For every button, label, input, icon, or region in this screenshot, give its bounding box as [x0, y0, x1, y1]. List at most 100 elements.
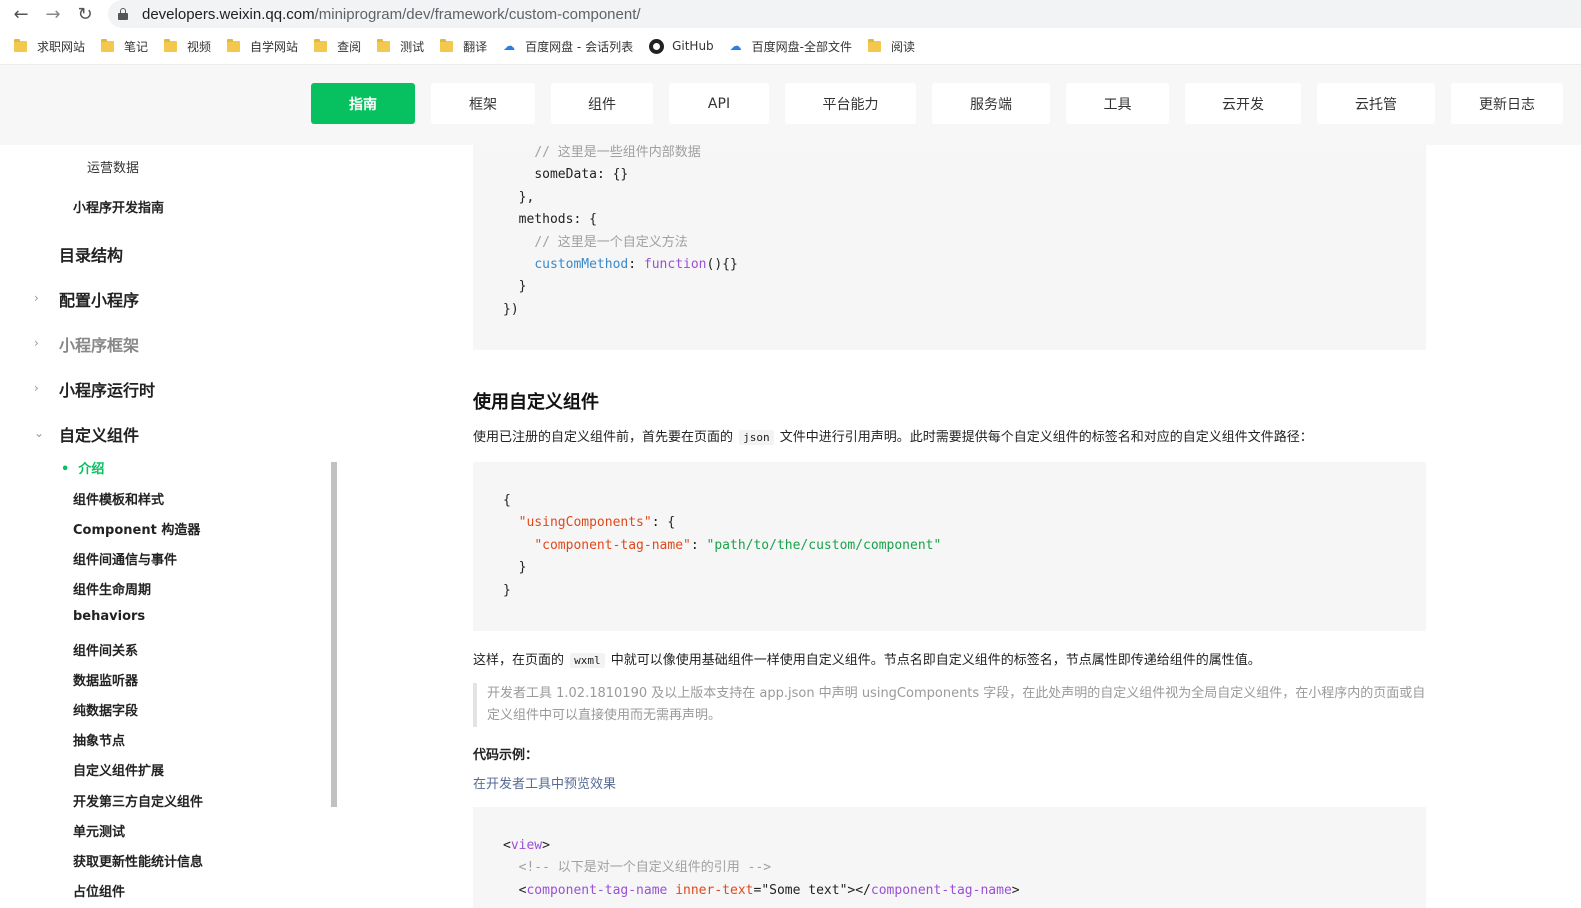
- sidebar-item[interactable]: 数据监听器: [73, 670, 138, 689]
- example-label: 代码示例：: [473, 748, 539, 763]
- browser-toolbar: ← → ↻ developers.weixin.qq.com/miniprogr…: [0, 0, 1581, 28]
- paragraph-text: 中就可以像使用基础组件一样使用自定义组件。节点名即自定义组件的标签名，节点属性即…: [610, 653, 1261, 668]
- bookmark-item[interactable]: 笔记: [101, 35, 148, 57]
- paragraph-text: 文件中进行引用声明。此时需要提供每个自定义组件的标签名和对应的自定义组件文件路径…: [779, 430, 1313, 445]
- nav-tabs: 指南 框架 组件 API 平台能力 服务端 工具 云开发 云托管 更新日志: [311, 83, 1563, 124]
- bookmark-item[interactable]: 查阅: [314, 35, 361, 57]
- bookmark-item[interactable]: 自学网站: [227, 35, 298, 57]
- code-block-json: { "usingComponents": { "component-tag-na…: [473, 462, 1426, 631]
- sidebar-scrollbar[interactable]: [331, 462, 337, 807]
- code-key: "usingComponents": [518, 515, 652, 531]
- folder-icon: [101, 38, 115, 52]
- tab-tools[interactable]: 工具: [1066, 83, 1169, 124]
- bookmark-item[interactable]: 求职网站: [14, 35, 85, 57]
- paragraph: 使用已注册的自定义组件前，首先要在页面的 json 文件中进行引用声明。此时需要…: [473, 426, 1313, 445]
- inline-code: json: [739, 430, 774, 445]
- chevron-right-icon[interactable]: ›: [34, 336, 39, 350]
- sidebar-item[interactable]: 占位组件: [73, 881, 125, 900]
- baidu-cloud-icon: ☁: [729, 39, 742, 53]
- forward-arrow-icon[interactable]: →: [41, 2, 65, 26]
- sidebar-item[interactable]: 组件间通信与事件: [73, 549, 177, 568]
- folder-icon: [314, 38, 328, 52]
- sidebar-item[interactable]: behaviors: [73, 609, 145, 624]
- code-comment: <!-- 以下是对一个自定义组件的引用 -->: [518, 860, 772, 876]
- code-tag: view: [510, 838, 543, 853]
- code-block-component-js: // 这里是一些组件内部数据 someData: {} }, methods: …: [473, 145, 1426, 350]
- bookmark-label: 翻译: [463, 39, 488, 54]
- preview-link[interactable]: 在开发者工具中预览效果: [473, 773, 616, 792]
- tab-components[interactable]: 组件: [551, 83, 653, 124]
- bookmark-label: 笔记: [124, 39, 149, 54]
- code-comment: // 这里是一些组件内部数据: [534, 145, 701, 160]
- sidebar-item-runtime[interactable]: 小程序运行时: [59, 377, 155, 401]
- sidebar-item-ops-data[interactable]: 运营数据: [87, 157, 139, 176]
- folder-icon: [868, 38, 882, 52]
- bookmarks-bar: 求职网站 笔记 视频 自学网站 查阅 测试 翻译 ☁ 百度网盘 - 会话列表 Gi…: [0, 33, 1581, 59]
- back-arrow-icon[interactable]: ←: [9, 2, 33, 26]
- sidebar-item[interactable]: 获取更新性能统计信息: [73, 851, 203, 870]
- bookmark-item[interactable]: ☁ 百度网盘-全部文件: [730, 35, 852, 57]
- bookmark-item[interactable]: 视频: [164, 35, 211, 57]
- sidebar-item-dev-guide[interactable]: 小程序开发指南: [73, 197, 164, 216]
- sidebar-item[interactable]: Component 构造器: [73, 519, 200, 538]
- code-identifier: someData: [534, 167, 597, 183]
- sidebar-item[interactable]: 组件生命周期: [73, 579, 151, 598]
- tab-cloud-dev[interactable]: 云开发: [1185, 83, 1301, 124]
- code-tag: component-tag-name: [870, 882, 1012, 898]
- code-method-name: customMethod: [534, 257, 629, 273]
- bookmark-label: 求职网站: [37, 39, 86, 54]
- bookmark-label: 视频: [187, 39, 212, 54]
- sidebar-item[interactable]: 单元测试: [73, 821, 125, 840]
- sidebar-item[interactable]: 自定义组件扩展: [73, 760, 164, 779]
- code-block-wxml: <view> <!-- 以下是对一个自定义组件的引用 --> <componen…: [473, 807, 1426, 908]
- sidebar-item[interactable]: 组件间关系: [73, 640, 138, 659]
- tab-framework[interactable]: 框架: [431, 83, 535, 124]
- inline-code: wxml: [570, 653, 605, 668]
- code-comment: // 这里是一个自定义方法: [534, 234, 688, 250]
- sidebar: 运营数据 小程序开发指南 目录结构 › 配置小程序 › 小程序框架 › 小程序运…: [0, 145, 340, 908]
- folder-icon: [227, 38, 241, 52]
- folder-icon: [164, 38, 178, 52]
- chevron-right-icon[interactable]: ›: [34, 291, 39, 305]
- sidebar-item[interactable]: 组件模板和样式: [73, 489, 164, 508]
- code-tag: component-tag-name: [526, 882, 668, 898]
- code-string: "path/to/the/custom/component": [706, 537, 942, 553]
- code-key: "component-tag-name": [534, 537, 691, 553]
- sidebar-item-custom-component[interactable]: 自定义组件: [59, 422, 139, 446]
- section-heading: 使用自定义组件: [473, 392, 599, 413]
- reload-icon[interactable]: ↻: [73, 2, 97, 26]
- url-path: /miniprogram/dev/framework/custom-compon…: [314, 5, 641, 23]
- code-attr: inner-text: [675, 882, 754, 898]
- bookmark-item[interactable]: ☁ 百度网盘 - 会话列表: [503, 35, 633, 57]
- tab-platform[interactable]: 平台能力: [785, 83, 916, 124]
- tab-api[interactable]: API: [669, 83, 769, 124]
- bookmark-item[interactable]: GitHub: [649, 35, 714, 57]
- tab-changelog[interactable]: 更新日志: [1451, 83, 1563, 124]
- sidebar-item-intro[interactable]: • 介绍: [61, 458, 104, 477]
- sidebar-item-framework[interactable]: 小程序框架: [59, 332, 139, 356]
- bookmark-label: 测试: [400, 39, 425, 54]
- tab-guide[interactable]: 指南: [311, 83, 415, 124]
- sidebar-item-dir-structure[interactable]: 目录结构: [59, 242, 123, 266]
- bookmark-item[interactable]: 翻译: [440, 35, 487, 57]
- baidu-cloud-icon: ☁: [503, 39, 516, 53]
- bookmark-item[interactable]: 阅读: [868, 35, 915, 57]
- bookmark-label: GitHub: [672, 39, 714, 53]
- sidebar-item[interactable]: 纯数据字段: [73, 700, 138, 719]
- tab-server[interactable]: 服务端: [932, 83, 1050, 124]
- sidebar-item[interactable]: 抽象节点: [73, 730, 125, 749]
- code-keyword: function: [643, 257, 707, 273]
- chevron-down-icon[interactable]: ⌄: [34, 426, 44, 440]
- address-bar[interactable]: developers.weixin.qq.com/miniprogram/dev…: [108, 0, 1581, 28]
- paragraph-text: 使用已注册的自定义组件前，首先要在页面的: [473, 430, 734, 445]
- tab-cloud-hosting[interactable]: 云托管: [1317, 83, 1435, 124]
- github-icon: [649, 38, 665, 54]
- sidebar-item[interactable]: 开发第三方自定义组件: [73, 791, 203, 810]
- chevron-right-icon[interactable]: ›: [34, 381, 39, 395]
- bookmark-item[interactable]: 测试: [377, 35, 424, 57]
- bookmark-label: 阅读: [891, 39, 916, 54]
- code-identifier: methods: [518, 212, 574, 228]
- folder-icon: [377, 38, 391, 52]
- sidebar-item-config[interactable]: 配置小程序: [59, 287, 139, 311]
- folder-icon: [14, 38, 27, 52]
